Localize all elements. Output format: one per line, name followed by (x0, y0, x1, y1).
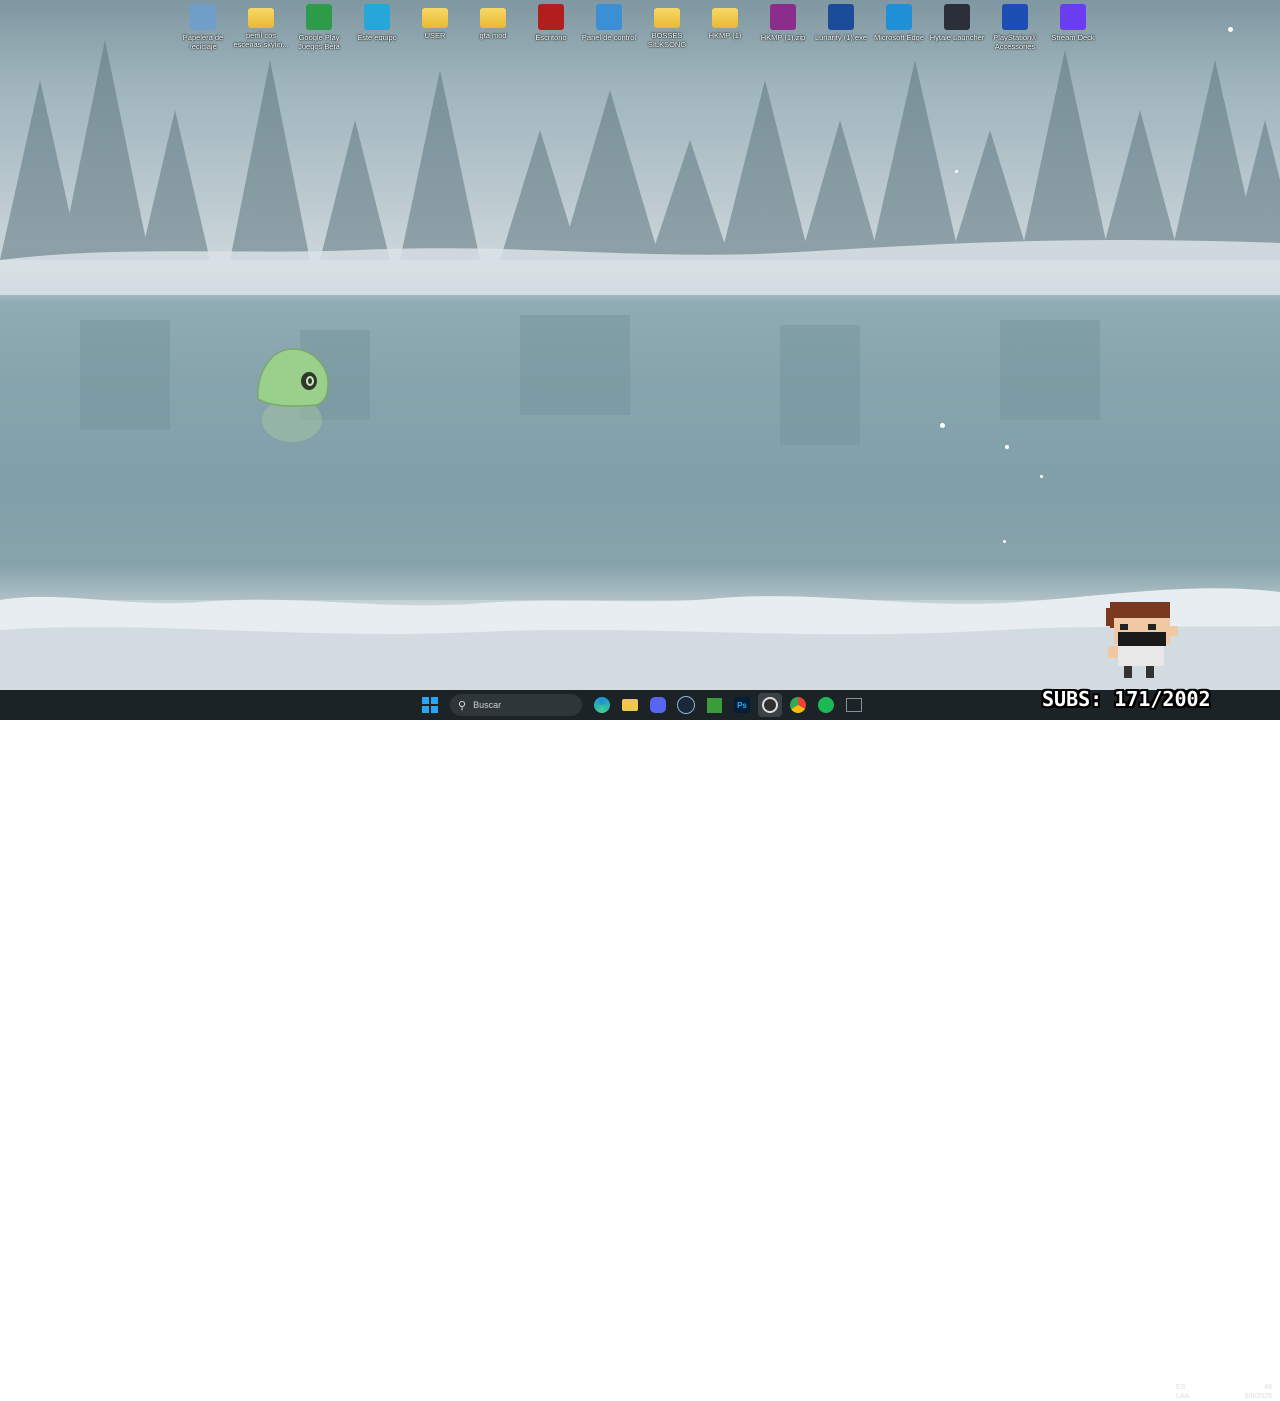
desktop-icon[interactable]: Este equipo (348, 4, 406, 60)
snowflake (940, 423, 945, 428)
desktop-icon-label: Este equipo (357, 33, 397, 42)
lunar-icon (828, 4, 854, 30)
desktop-icon[interactable]: Papelera de reciclaje (174, 4, 232, 60)
desktop-icon-label: perfil cos escenas skylin... (233, 31, 289, 49)
desktop-icon-label: PlayStation® Accessories (993, 33, 1037, 51)
desktop-icon[interactable]: Google Play Juegos Beta (290, 4, 348, 60)
obs-icon (762, 697, 778, 713)
discord-icon (650, 697, 666, 713)
folder-icon (248, 8, 274, 28)
user-folder-icon (422, 8, 448, 28)
desktop-icon-label: HKMP (1).zip (760, 33, 806, 42)
desktop-icons: Papelera de reciclaje perfil cos escenas … (174, 4, 1102, 60)
control-panel-icon (596, 4, 622, 30)
snipping-tool-icon (846, 698, 862, 712)
desktop-icon-label: BOSSES SILKSONG (647, 31, 687, 49)
desktop-folder-icon (538, 4, 564, 30)
snowflake (955, 170, 958, 173)
search-placeholder: Buscar (473, 700, 502, 710)
subs-counter-overlay: SUBS: 171/2002 (1042, 687, 1211, 711)
snowflake (1003, 540, 1006, 543)
taskbar-search[interactable]: ⚲ Buscar (450, 694, 582, 716)
desktop-icon[interactable]: USER (406, 4, 464, 60)
google-play-games-icon (306, 4, 332, 30)
folder-icon (480, 8, 506, 28)
desktop-wallpaper: Papelera de reciclaje perfil cos escenas … (0, 0, 1280, 690)
desktop-icon-label: Escritorio (535, 33, 567, 42)
desktop-icon[interactable]: Microsoft Edge (870, 4, 928, 60)
explorer-taskbar[interactable] (618, 693, 642, 717)
frozen-lake (0, 300, 1280, 600)
chrome-taskbar[interactable] (786, 693, 810, 717)
recycle-bin-icon (190, 4, 216, 30)
snipping-taskbar[interactable] (842, 693, 866, 717)
near-snow (0, 588, 1280, 690)
desktop-icon-label: Stream Deck (1051, 33, 1095, 42)
desktop-icon-label: Papelera de reciclaje (182, 33, 224, 51)
snowflake (1005, 445, 1009, 449)
folder-icon (622, 699, 638, 711)
start-button[interactable] (418, 693, 442, 717)
desktop-icon-label: HKMP (1) (708, 31, 742, 40)
spotify-taskbar[interactable] (814, 693, 838, 717)
taskbar-apps: ⚲ Buscar Ps (418, 690, 866, 720)
desktop-icon-label: Microsoft Edge (873, 33, 925, 42)
desktop-icon[interactable]: gta mod (464, 4, 522, 60)
folder-zip-icon (712, 8, 738, 28)
desktop-icon-label: Google Play Juegos Beta (298, 33, 340, 51)
desktop-icon[interactable]: Stream Deck (1044, 4, 1102, 60)
hytale-icon (944, 4, 970, 30)
desktop-icon[interactable]: PlayStation® Accessories (986, 4, 1044, 60)
desktop-icon-label: USER (424, 31, 446, 40)
obs-taskbar[interactable] (758, 693, 782, 717)
clock[interactable]: 48 6/6/2026 (1245, 1383, 1272, 1401)
stream-deck-icon (1060, 4, 1086, 30)
minecraft-icon (706, 697, 722, 713)
desktop-icon-label: Panel de control (581, 33, 637, 42)
language-indicator[interactable]: ES LAA (1176, 1383, 1189, 1401)
winrar-icon (770, 4, 796, 30)
edge-taskbar[interactable] (590, 693, 614, 717)
desktop-icon[interactable]: Escritorio (522, 4, 580, 60)
minecraft-taskbar[interactable] (702, 693, 726, 717)
green-blob-pet[interactable] (254, 345, 332, 445)
clock-date: 6/6/2026 (1244, 1393, 1272, 1400)
desktop-icon-label: Hytale Launcher (929, 33, 985, 42)
desktop-icon[interactable]: perfil cos escenas skylin... (232, 4, 290, 60)
snowflake (1040, 475, 1043, 478)
steam-taskbar[interactable] (674, 693, 698, 717)
folder-icon (654, 8, 680, 28)
desktop-icon[interactable]: BOSSES SILKSONG (638, 4, 696, 60)
discord-taskbar[interactable] (646, 693, 670, 717)
desktop-icon[interactable]: HKMP (1) (696, 4, 754, 60)
snowflake (1228, 27, 1233, 32)
monitor-icon (364, 4, 390, 30)
pixel-streamer-avatar (1106, 602, 1178, 678)
photoshop-icon: Ps (734, 697, 750, 713)
edge-icon (886, 4, 912, 30)
spotify-icon (818, 697, 834, 713)
chrome-icon (790, 697, 806, 713)
windows-icon (422, 697, 438, 713)
edge-icon (594, 697, 610, 713)
desktop-icon[interactable]: Lunarify (1).exe (812, 4, 870, 60)
desktop-icon[interactable]: Panel de control (580, 4, 638, 60)
steam-icon (677, 696, 695, 714)
search-icon: ⚲ (458, 699, 467, 712)
desktop-icon-label: gta mod (479, 31, 507, 40)
photoshop-taskbar[interactable]: Ps (730, 693, 754, 717)
desktop-icon[interactable]: HKMP (1).zip (754, 4, 812, 60)
playstation-icon (1002, 4, 1028, 30)
clock-time: 48 (1264, 1384, 1272, 1391)
far-snow-shore (0, 240, 1280, 295)
desktop-icon-label: Lunarify (1).exe (814, 33, 868, 42)
desktop-icon[interactable]: Hytale Launcher (928, 4, 986, 60)
